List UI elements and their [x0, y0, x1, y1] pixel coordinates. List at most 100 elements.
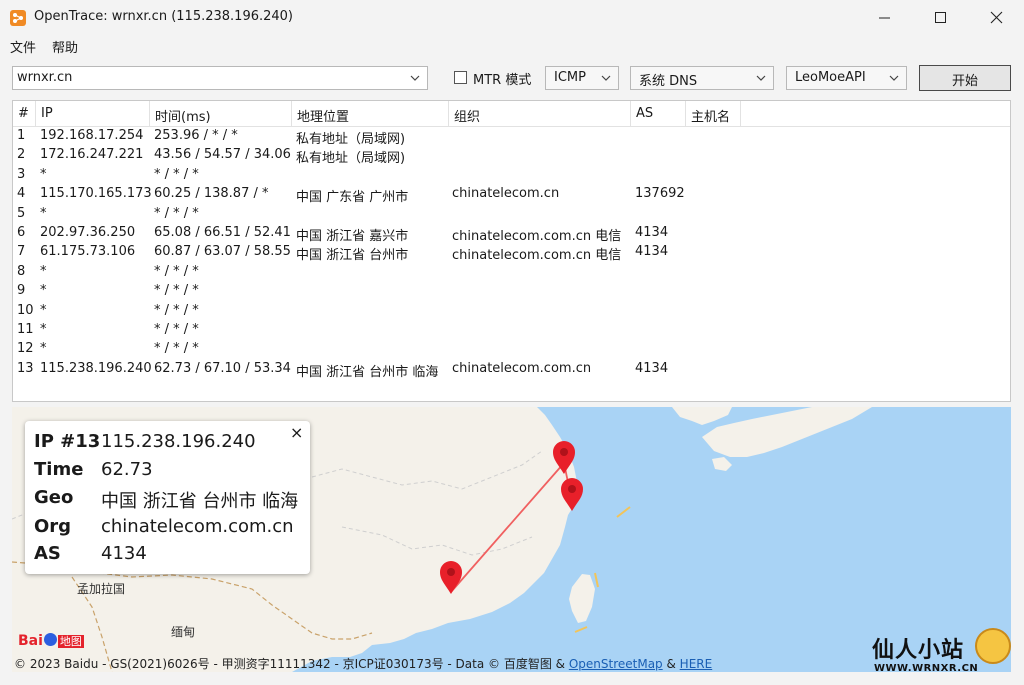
cell-ip: 115.238.196.240: [40, 360, 152, 376]
map-attribution: © 2023 Baidu - GS(2021)6026号 - 甲测资字11111…: [14, 655, 712, 672]
cell-geo: 中国 浙江省 台州市 临海: [296, 364, 439, 380]
popup-as-label: AS: [34, 543, 61, 564]
cell-time: * / * / *: [154, 322, 199, 337]
results-table[interactable]: # IP 时间(ms) 地理位置 组织 AS 主机名 1 192.168.17.2…: [12, 100, 1011, 402]
dns-select[interactable]: 系统 DNS: [630, 66, 774, 90]
table-row[interactable]: 2 172.16.247.221 43.56 / 54.57 / 34.06 私有地址…: [13, 146, 1010, 167]
cell-ip: 202.97.36.250: [40, 225, 136, 240]
menu-file[interactable]: 文件: [10, 37, 36, 56]
col-header-org[interactable]: 组织: [449, 101, 631, 126]
table-row[interactable]: 8 * * / * / *: [13, 263, 1010, 282]
cell-ip: 115.170.165.173: [40, 186, 152, 202]
cell-as: 4134: [635, 225, 669, 240]
app-icon: [10, 10, 26, 26]
japan-land-south: [712, 457, 732, 471]
close-icon: [990, 11, 1003, 24]
cell-n: 12: [17, 341, 34, 357]
window-bottom-edge: [0, 672, 1024, 685]
table-row[interactable]: 10 * * / * / *: [13, 302, 1010, 321]
table-header: # IP 时间(ms) 地理位置 组织 AS 主机名: [13, 101, 1010, 127]
table-row[interactable]: 5 * * / * / *: [13, 205, 1010, 224]
col-header-time[interactable]: 时间(ms): [150, 101, 292, 126]
host-input[interactable]: wrnxr.cn: [17, 70, 72, 85]
col-header-hostname[interactable]: 主机名: [686, 101, 741, 126]
chevron-down-icon: [756, 75, 766, 81]
cell-ip: *: [40, 283, 47, 299]
protocol-select[interactable]: ICMP: [545, 66, 619, 90]
popup-time-value: 62.73: [101, 459, 153, 480]
cell-time: * / * / *: [154, 283, 199, 299]
cell-geo: 中国 浙江省 嘉兴市: [296, 229, 409, 244]
cell-time: 43.56 / 54.57 / 34.06: [154, 147, 291, 163]
table-row[interactable]: 12 * * / * / *: [13, 340, 1010, 359]
table-row[interactable]: 11 * * / * / *: [13, 321, 1010, 340]
popup-ip-value: 115.238.196.240: [101, 431, 256, 452]
table-row[interactable]: 6 202.97.36.250 65.08 / 66.51 / 52.41 中国 浙江…: [13, 224, 1010, 244]
table-row[interactable]: 9 * * / * / *: [13, 282, 1010, 301]
host-combo[interactable]: wrnxr.cn: [12, 66, 428, 90]
cell-time: 62.73 / 67.10 / 53.34: [154, 360, 291, 376]
title-bar: OpenTrace: wrnxr.cn (115.238.196.240): [0, 0, 1024, 36]
col-header-as[interactable]: AS: [631, 101, 686, 126]
taiwan-island: [569, 574, 595, 623]
start-button[interactable]: 开始: [919, 65, 1011, 91]
popup-org-label: Org: [34, 516, 72, 537]
popup-time-label: Time: [34, 459, 84, 480]
chevron-down-icon[interactable]: [410, 75, 420, 81]
maximize-icon: [935, 12, 946, 23]
cell-time: * / * / *: [154, 302, 199, 318]
protocol-value: ICMP: [554, 70, 586, 85]
cell-time: * / * / *: [154, 166, 199, 182]
cell-org: chinatelecom.com.cn 电信: [452, 229, 622, 244]
cell-as: 4134: [635, 360, 669, 376]
mtr-label: MTR 模式: [473, 73, 532, 88]
cell-n: 1: [17, 128, 26, 143]
table-row[interactable]: 7 61.175.73.106 60.87 / 63.07 / 58.55 中国 浙江…: [13, 243, 1010, 264]
table-row[interactable]: 4 115.170.165.173 60.25 / 138.87 / * 中国 广东省…: [13, 185, 1010, 206]
cell-n: 4: [17, 186, 26, 202]
mascot-icon: [975, 628, 1011, 664]
cell-geo: 私有地址（局域网): [296, 151, 406, 167]
cell-n: 13: [17, 360, 34, 376]
cell-ip: *: [40, 341, 47, 357]
korea-land: [672, 407, 732, 425]
cell-n: 2: [17, 147, 26, 163]
cell-org: chinatelecom.com.cn 电信: [452, 248, 622, 264]
watermark-text: 仙人小站: [872, 638, 965, 663]
cell-time: 60.87 / 63.07 / 58.55: [154, 244, 291, 260]
window-title: OpenTrace: wrnxr.cn (115.238.196.240): [34, 9, 293, 24]
cell-org: chinatelecom.cn: [452, 186, 560, 202]
baidu-logo-text: Bai: [18, 633, 43, 649]
mtr-checkbox[interactable]: [454, 71, 467, 84]
menu-help[interactable]: 帮助: [52, 37, 78, 56]
cell-n: 7: [17, 244, 26, 260]
cell-geo: 中国 浙江省 台州市: [296, 248, 409, 264]
cell-ip: *: [40, 322, 47, 337]
here-link[interactable]: HERE: [680, 657, 713, 671]
geo-api-select[interactable]: LeoMoeAPI: [786, 66, 907, 90]
col-header-num[interactable]: #: [13, 101, 36, 126]
table-row[interactable]: 1 192.168.17.254 253.96 / * / * 私有地址（局域网): [13, 127, 1010, 147]
table-row[interactable]: 13 115.238.196.240 62.73 / 67.10 / 53.34 中国…: [13, 360, 1010, 380]
minimize-button[interactable]: [862, 0, 908, 36]
col-header-ip[interactable]: IP: [36, 101, 150, 126]
cell-n: 10: [17, 302, 34, 318]
cell-org: chinatelecom.com.cn: [452, 360, 592, 376]
baidu-logo: Bai 地图: [18, 633, 84, 651]
popup-close-icon[interactable]: ×: [290, 423, 303, 442]
maximize-button[interactable]: [918, 0, 964, 36]
close-window-button[interactable]: [974, 0, 1020, 36]
dns-value: 系统 DNS: [639, 74, 698, 89]
popup-as-value: 4134: [101, 543, 147, 564]
chevron-down-icon: [889, 75, 899, 81]
cell-n: 3: [17, 166, 26, 182]
popup-ip-label: IP #13: [34, 431, 101, 452]
osm-link[interactable]: OpenStreetMap: [569, 657, 663, 671]
col-header-geo[interactable]: 地理位置: [292, 101, 449, 126]
cell-ip: *: [40, 166, 47, 182]
table-row[interactable]: 3 * * / * / *: [13, 166, 1010, 185]
menu-bar: 文件 帮助: [0, 36, 1024, 56]
cell-ip: *: [40, 205, 47, 221]
cell-ip: *: [40, 302, 47, 318]
cell-geo: 中国 广东省 广州市: [296, 190, 409, 206]
